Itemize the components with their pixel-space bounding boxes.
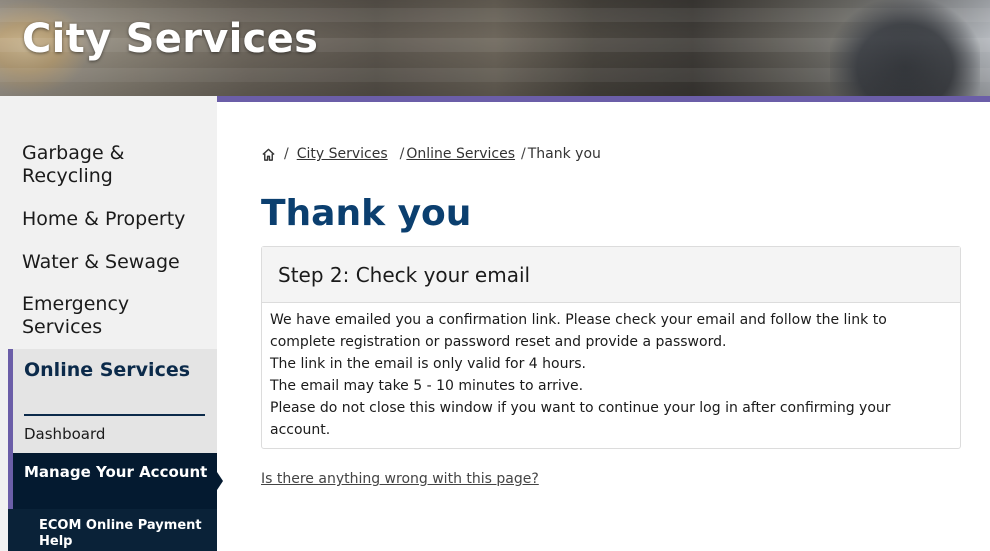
sidebar-item-garbage-recycling[interactable]: Garbage & Recycling <box>22 142 207 188</box>
site-banner: City Services <box>0 0 990 96</box>
instruction-text: We have emailed you a confirmation link.… <box>270 312 887 350</box>
instruction-text: Please do not close this window if you w… <box>270 400 891 438</box>
card-header: Step 2: Check your email <box>262 247 960 303</box>
current-page-arrow-icon <box>217 472 223 490</box>
sidebar-item-emergency-services[interactable]: Emergency Services <box>22 293 207 339</box>
home-icon[interactable] <box>261 147 276 162</box>
card-body: We have emailed you a confirmation link.… <box>270 309 950 441</box>
sidebar-subitem-ecom-help[interactable]: ECOM Online Payment Help <box>8 509 217 551</box>
active-indicator <box>8 453 13 509</box>
breadcrumb-separator: / <box>521 146 526 162</box>
breadcrumb-separator: / <box>399 146 405 162</box>
sidebar-active-section: Online Services Dashboard <box>8 349 217 453</box>
instruction-text: The link in the email is only valid for … <box>270 356 586 372</box>
breadcrumb-separator: / <box>284 146 289 162</box>
page-title: Thank you <box>261 193 472 234</box>
sidebar-item-water-sewage[interactable]: Water & Sewage <box>22 251 207 274</box>
section-divider <box>24 414 205 416</box>
sidebar-subitem-label: ECOM Online Payment Help <box>39 518 202 549</box>
breadcrumb-link-online-services[interactable]: Online Services <box>406 146 515 162</box>
card-title: Step 2: Check your email <box>278 263 531 287</box>
instruction-text: The email may take 5 - 10 minutes to arr… <box>270 378 584 394</box>
sidebar-item-home-property[interactable]: Home & Property <box>22 208 207 231</box>
sidebar-subitem-label: Manage Your Account <box>24 463 208 481</box>
breadcrumb-link-city-services[interactable]: City Services <box>297 146 388 162</box>
confirmation-card: Step 2: Check your email We have emailed… <box>261 246 961 449</box>
report-problem-link[interactable]: Is there anything wrong with this page? <box>261 471 539 487</box>
sidebar-item-online-services[interactable]: Online Services <box>24 359 190 382</box>
sidebar-subitem-manage-account[interactable]: Manage Your Account <box>8 453 223 509</box>
breadcrumb: / City Services / Online Services / Than… <box>261 146 601 162</box>
active-indicator <box>8 349 13 453</box>
breadcrumb-current: Thank you <box>527 146 601 162</box>
sidebar-subitem-dashboard[interactable]: Dashboard <box>24 425 105 443</box>
site-title[interactable]: City Services <box>22 16 318 62</box>
accent-bar <box>217 96 990 102</box>
